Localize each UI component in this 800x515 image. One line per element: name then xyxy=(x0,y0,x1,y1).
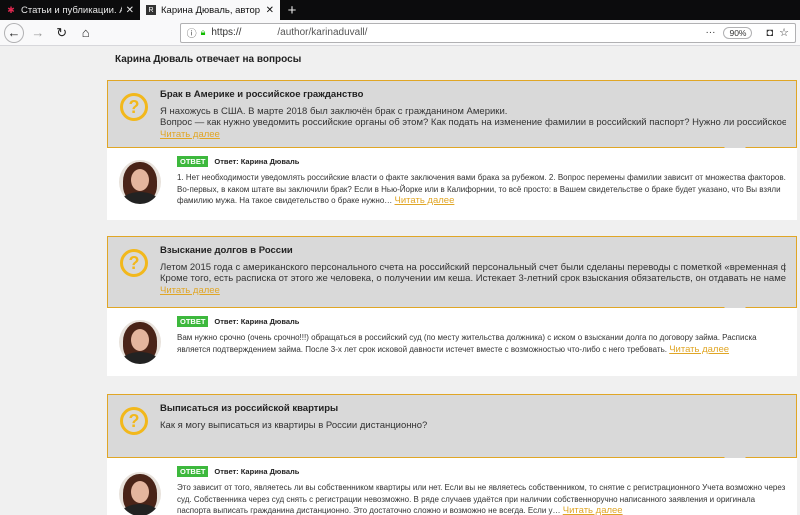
avatar xyxy=(119,160,161,204)
home-button[interactable]: ⌂ xyxy=(76,23,96,43)
question-mark-icon: ? xyxy=(120,93,148,121)
question-text: Как я могу выписаться из квартиры в Росс… xyxy=(160,420,428,431)
forward-button[interactable]: → xyxy=(28,23,48,43)
question-mark-icon: ? xyxy=(120,249,148,277)
answer-badge: ОТВЕТ xyxy=(177,316,209,327)
more-icon[interactable]: ··· xyxy=(705,27,715,38)
favicon-icon: R xyxy=(146,5,156,15)
question-text: Летом 2015 года с американского персонал… xyxy=(160,262,786,273)
tab-author[interactable]: R Карина Дюваль, автор на Rub ✕ xyxy=(140,0,280,20)
answer-author: Ответ: Карина Дюваль xyxy=(214,467,300,476)
answer-badge: ОТВЕТ xyxy=(177,466,209,477)
read-more-link[interactable]: Читать далее xyxy=(669,344,729,355)
answer-author: Ответ: Карина Дюваль xyxy=(214,157,300,166)
new-tab-button[interactable]: + xyxy=(280,0,304,20)
answer-text: 1. Нет необходимости уведомлять российск… xyxy=(177,172,787,207)
question-title[interactable]: Брак в Америке и российское гражданство xyxy=(160,89,786,100)
question-text: Я нахожусь в США. В марте 2018 был заклю… xyxy=(160,106,508,117)
url-scheme: https:// xyxy=(211,27,242,38)
tab-bar: ✱ Статьи и публикации. Админ ✕ R Карина … xyxy=(0,0,800,20)
question-box: ? Выписаться из российской квартиры Как … xyxy=(107,394,797,470)
answer-body: 1. Нет необходимости уведомлять российск… xyxy=(177,173,786,205)
bookmark-star-icon[interactable]: ☆ xyxy=(779,26,789,39)
question-title[interactable]: Выписаться из российской квартиры xyxy=(160,403,786,414)
tab-articles[interactable]: ✱ Статьи и публикации. Админ ✕ xyxy=(0,0,140,20)
question-text: Кроме того, есть расписка от этого же че… xyxy=(160,273,786,284)
question-box: ? Брак в Америке и российское гражданств… xyxy=(107,80,797,160)
answer-text: Это зависит от того, являетесь ли вы соб… xyxy=(177,482,787,515)
answer-box: ОТВЕТ Ответ: Карина Дюваль 1. Нет необхо… xyxy=(107,148,797,220)
zoom-level[interactable]: 90% xyxy=(723,26,753,39)
answer-author: Ответ: Карина Дюваль xyxy=(214,317,300,326)
qa-card: ? Взыскание долгов в России Летом 2015 г… xyxy=(107,236,797,376)
page-content: Карина Дюваль отвечает на вопросы ? Брак… xyxy=(0,46,800,515)
read-more-link[interactable]: Читать далее xyxy=(160,129,220,140)
back-button[interactable]: ← xyxy=(4,22,24,43)
tab-title: Статьи и публикации. Админ xyxy=(21,4,122,16)
lock-icon[interactable]: 🔒︎ xyxy=(201,27,206,38)
close-tab-icon[interactable]: ✕ xyxy=(126,5,134,16)
question-title[interactable]: Взыскание долгов в России xyxy=(160,245,786,256)
question-box: ? Взыскание долгов в России Летом 2015 г… xyxy=(107,236,797,320)
qa-card: ? Брак в Америке и российское гражданств… xyxy=(107,80,797,220)
url-bar[interactable]: ⓘ 🔒︎ https:// /author/karinaduvall/ ··· … xyxy=(179,22,797,43)
page-title: Карина Дюваль отвечает на вопросы xyxy=(115,54,302,65)
answer-box: ОТВЕТ Ответ: Карина Дюваль Это зависит о… xyxy=(107,458,797,515)
tab-title: Карина Дюваль, автор на Rub xyxy=(161,4,262,16)
read-more-link[interactable]: Читать далее xyxy=(160,285,220,296)
question-text: Вопрос — как нужно уведомить российские … xyxy=(160,117,786,128)
url-path: /author/karinaduvall/ xyxy=(277,27,368,38)
question-mark-icon: ? xyxy=(120,407,148,435)
pocket-icon[interactable]: ◘ xyxy=(766,27,773,39)
answer-text: Вам нужно срочно (очень срочно!!!) обращ… xyxy=(177,332,787,355)
read-more-link[interactable]: Читать далее xyxy=(395,195,455,206)
close-tab-icon[interactable]: ✕ xyxy=(266,5,274,16)
answer-box: ОТВЕТ Ответ: Карина Дюваль Вам нужно сро… xyxy=(107,308,797,376)
read-more-link[interactable]: Читать далее xyxy=(563,505,623,515)
avatar xyxy=(119,472,161,515)
avatar xyxy=(119,320,161,364)
qa-card: ? Выписаться из российской квартиры Как … xyxy=(107,394,797,515)
favicon-icon: ✱ xyxy=(7,4,15,15)
nav-bar: ← → ↻ ⌂ ⓘ 🔒︎ https:// /author/karinaduva… xyxy=(0,20,800,46)
answer-body: Это зависит от того, являетесь ли вы соб… xyxy=(177,483,786,515)
answer-badge: ОТВЕТ xyxy=(177,156,209,167)
info-icon[interactable]: ⓘ xyxy=(187,25,197,40)
reload-button[interactable]: ↻ xyxy=(52,23,72,43)
